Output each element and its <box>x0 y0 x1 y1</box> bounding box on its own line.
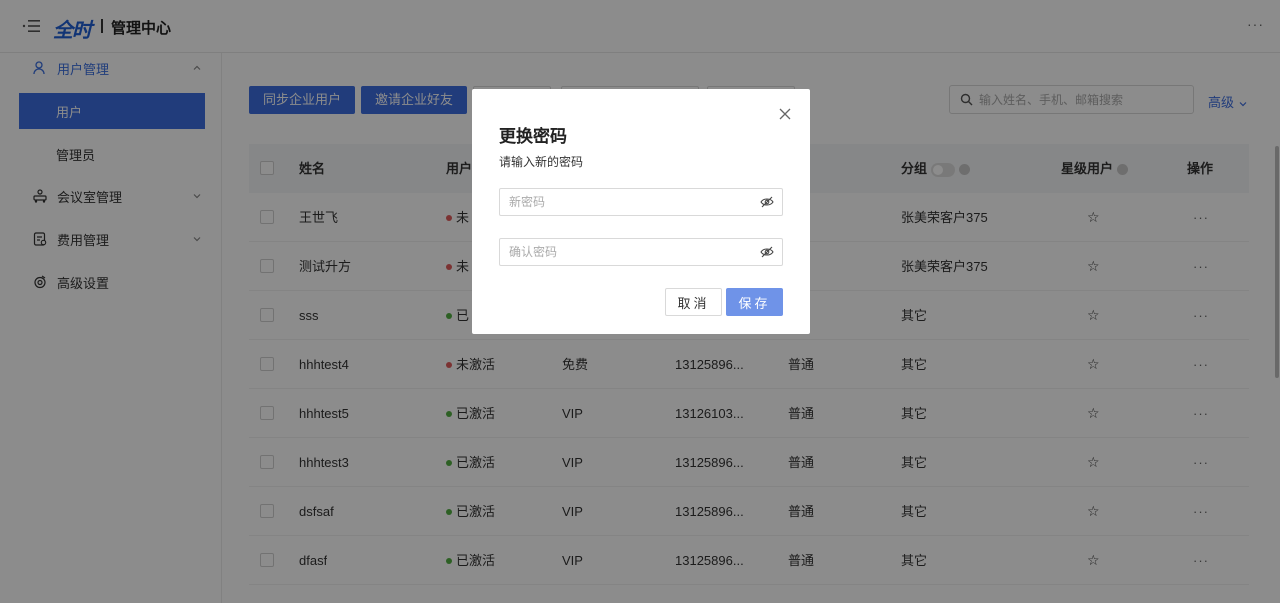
save-button[interactable]: 保存 <box>726 288 783 316</box>
dialog-subtitle: 请输入新的密码 <box>499 155 584 169</box>
eye-hidden-icon[interactable] <box>760 196 774 208</box>
dialog-title: 更换密码 <box>499 127 567 146</box>
eye-hidden-icon[interactable] <box>760 246 774 258</box>
confirm-password-field[interactable] <box>499 238 783 266</box>
new-password-input[interactable] <box>509 193 749 211</box>
confirm-password-input[interactable] <box>509 243 749 261</box>
cancel-button[interactable]: 取消 <box>665 288 722 316</box>
new-password-field[interactable] <box>499 188 783 216</box>
close-icon[interactable] <box>778 107 792 121</box>
change-password-dialog: 更换密码 请输入新的密码 取消 保存 <box>472 89 810 334</box>
